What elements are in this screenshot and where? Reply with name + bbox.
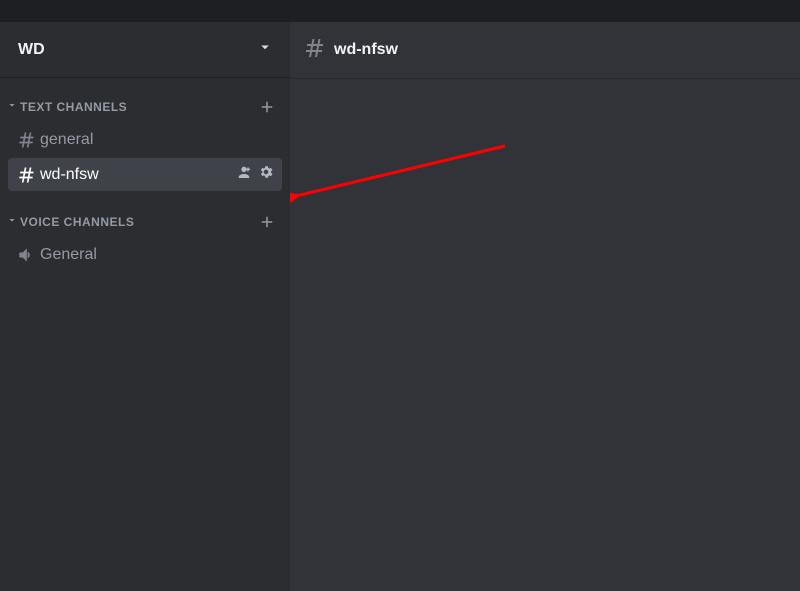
voice-channel-general[interactable]: General <box>8 239 282 271</box>
category-header: TEXT CHANNELS <box>6 98 127 116</box>
window-titlebar <box>0 0 800 22</box>
annotation-arrow <box>290 78 800 378</box>
category-label: TEXT CHANNELS <box>20 100 127 114</box>
channel-wd-nfsw[interactable]: wd-nfsw <box>8 158 282 191</box>
channel-messages-area <box>290 78 800 591</box>
hash-icon <box>302 36 326 65</box>
category-label: VOICE CHANNELS <box>20 215 134 229</box>
speaker-icon <box>16 245 40 265</box>
create-invite-icon[interactable] <box>236 164 252 185</box>
current-channel-title: wd-nfsw <box>334 41 398 59</box>
channel-name: general <box>40 131 274 149</box>
channel-name: wd-nfsw <box>40 166 236 184</box>
category-text-channels[interactable]: TEXT CHANNELS <box>0 92 290 122</box>
category-header: VOICE CHANNELS <box>6 213 134 231</box>
app-body: WD TEXT CHANNELS <box>0 22 800 591</box>
channel-header: wd-nfsw <box>290 22 800 78</box>
category-voice-channels[interactable]: VOICE CHANNELS <box>0 207 290 237</box>
spacer <box>0 193 290 207</box>
create-channel-button[interactable] <box>258 98 276 116</box>
channel-name: General <box>40 246 274 264</box>
channel-sidebar: WD TEXT CHANNELS <box>0 22 290 591</box>
hash-icon <box>16 130 40 150</box>
server-name: WD <box>18 41 45 59</box>
channel-hover-actions <box>236 164 274 185</box>
create-channel-button[interactable] <box>258 213 276 231</box>
server-header-button[interactable]: WD <box>0 22 290 78</box>
channel-list: TEXT CHANNELS general wd-nfsw <box>0 78 290 591</box>
main-area: wd-nfsw <box>290 22 800 591</box>
chevron-down-icon <box>6 213 18 231</box>
chevron-down-icon <box>256 38 274 61</box>
channel-general[interactable]: general <box>8 124 282 156</box>
hash-icon <box>16 165 40 185</box>
chevron-down-icon <box>6 98 18 116</box>
gear-icon[interactable] <box>258 164 274 185</box>
